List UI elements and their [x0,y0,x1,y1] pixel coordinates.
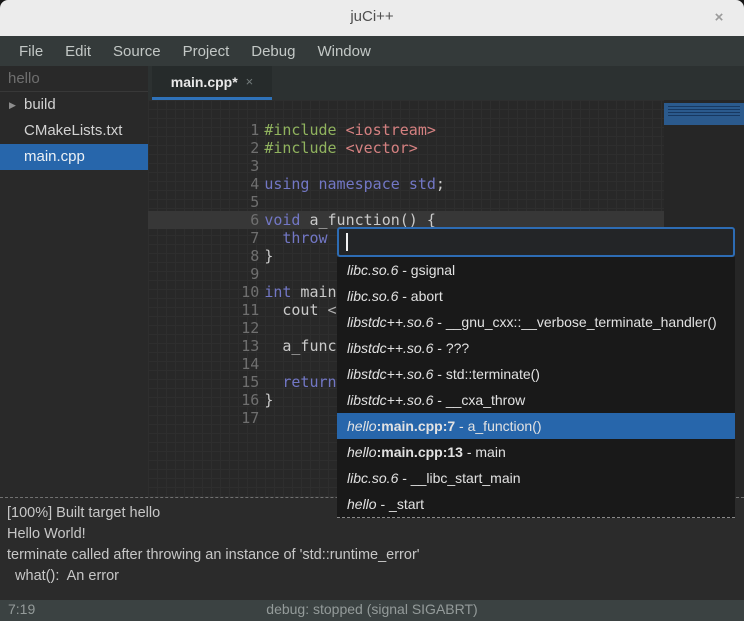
code-text: #include <iostream> [264,121,436,139]
line-number: 4 [238,175,259,193]
frame-library: hello [347,444,377,460]
tab-main-cpp[interactable]: main.cpp* × [152,66,272,100]
window-title: juCi++ [0,8,744,25]
project-name: hello [0,66,148,92]
backtrace-item[interactable]: libstdc++.so.6 - __cxa_throw [337,387,735,413]
output-line: terminate called after throwing an insta… [7,545,737,566]
code-text: #include <vector> [264,139,418,157]
line-number: 1 [238,121,259,139]
line-number: 6 [238,211,259,229]
line-number: 11 [238,301,259,319]
line-number: 15 [238,373,259,391]
line-number: 10 [238,283,259,301]
text-caret [346,233,348,251]
backtrace-item[interactable]: hello - _start [337,491,735,517]
line-number: 8 [238,247,259,265]
backtrace-popup: libc.so.6 - gsignal libc.so.6 - abort li… [337,227,735,518]
output-line: Hello World! [7,524,737,545]
code-text: } [264,247,273,265]
line-number: 16 [238,391,259,409]
line-number: 5 [238,193,259,211]
statusbar: 7:19 debug: stopped (signal SIGABRT) [0,600,744,621]
code-text: using namespace std; [264,175,445,193]
frame-function: - _start [377,496,424,512]
backtrace-item[interactable]: libc.so.6 - abort [337,283,735,309]
tree-item[interactable]: CMakeLists.txt [0,118,148,144]
frame-function: - __libc_start_main [398,470,520,486]
menu-item[interactable]: Source [104,39,170,64]
backtrace-search-wrap [337,227,735,257]
line-number: 12 [238,319,259,337]
frame-function: - ??? [433,340,469,356]
frame-library: libstdc++.so.6 [347,340,433,356]
backtrace-item[interactable]: libstdc++.so.6 - __gnu_cxx::__verbose_te… [337,309,735,335]
code-line[interactable]: 1#include <iostream> [148,103,744,121]
tree-item-label: build [24,96,56,113]
tab-label: main.cpp* [171,74,238,90]
backtrace-item[interactable]: libstdc++.so.6 - ??? [337,335,735,361]
expander-icon[interactable]: ▶ [9,92,16,118]
frame-function: - a_function() [455,418,541,434]
menu-item[interactable]: Debug [242,39,304,64]
frame-function: - abort [398,288,442,304]
tabstrip: main.cpp* × [148,66,744,100]
line-number: 7 [238,229,259,247]
frame-function: - gsignal [398,262,455,278]
tree-item[interactable]: ▶ build [0,92,148,118]
backtrace-item[interactable]: libstdc++.so.6 - std::terminate() [337,361,735,387]
window-close-icon[interactable]: × [708,7,730,29]
backtrace-search-input[interactable] [337,227,735,257]
app-window: juCi++ × FileEditSourceProjectDebugWindo… [0,0,744,621]
frame-library: libstdc++.so.6 [347,314,433,330]
backtrace-item[interactable]: libc.so.6 - gsignal [337,257,735,283]
frame-library: libc.so.6 [347,288,398,304]
frame-function: - __gnu_cxx::__verbose_terminate_handler… [433,314,716,330]
project-tree-items: ▶ build CMakeLists.txt main.cpp [0,92,148,170]
titlebar: juCi++ × [0,0,744,36]
menu-item[interactable]: Project [174,39,239,64]
frame-library: hello [347,418,377,434]
menu-item[interactable]: Window [308,39,379,64]
line-number: 9 [238,265,259,283]
frame-library: hello [347,496,377,512]
frame-library: libc.so.6 [347,470,398,486]
line-number: 13 [238,337,259,355]
line-number: 3 [238,157,259,175]
frame-library: libstdc++.so.6 [347,366,433,382]
frame-location: :main.cpp:7 [377,418,456,434]
backtrace-item[interactable]: hello:main.cpp:7 - a_function() [337,413,735,439]
backtrace-item[interactable]: libc.so.6 - __libc_start_main [337,465,735,491]
frame-function: - __cxa_throw [433,392,525,408]
frame-function: - std::terminate() [433,366,540,382]
line-number: 17 [238,409,259,427]
frame-library: libstdc++.so.6 [347,392,433,408]
debug-info-tooltip [664,103,744,125]
menu-item[interactable]: File [10,39,52,64]
backtrace-item[interactable]: hello:main.cpp:13 - main [337,439,735,465]
line-number: 14 [238,355,259,373]
menubar: FileEditSourceProjectDebugWindow [0,36,744,66]
output-line: what(): An error [7,566,737,587]
tree-item-label: CMakeLists.txt [24,122,122,139]
menu-item[interactable]: Edit [56,39,100,64]
line-number: 2 [238,139,259,157]
tree-item[interactable]: main.cpp [0,144,148,170]
tree-item-label: main.cpp [24,148,85,165]
code-text: } [264,391,273,409]
frame-function: - main [463,444,506,460]
debug-status: debug: stopped (signal SIGABRT) [0,601,744,617]
tab-close-icon[interactable]: × [246,74,254,89]
frame-location: :main.cpp:13 [377,444,463,460]
backtrace-list: libc.so.6 - gsignal libc.so.6 - abort li… [337,257,735,518]
frame-library: libc.so.6 [347,262,398,278]
